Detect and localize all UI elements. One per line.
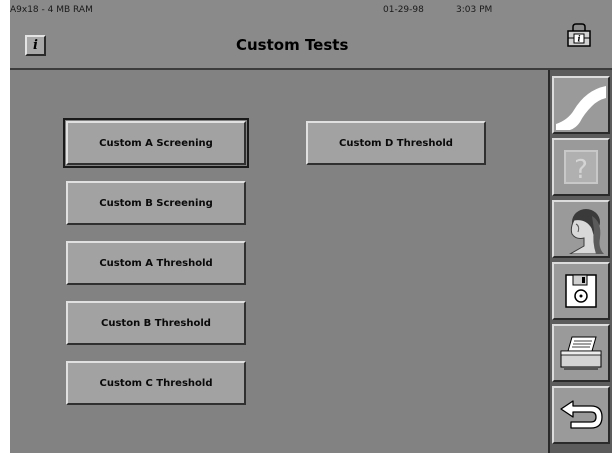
info-button[interactable]: i — [25, 35, 46, 56]
custom-c-threshold-button[interactable]: Custom C Threshold — [66, 361, 246, 405]
page-title: Custom Tests — [236, 36, 349, 54]
header-bar: A9x18 - 4 MB RAM 01-29-98 3:03 PM i Cust… — [10, 0, 612, 70]
graph-icon — [556, 80, 606, 130]
ram-status: A9x18 - 4 MB RAM — [10, 5, 93, 15]
save-disk-icon — [565, 274, 597, 308]
custom-b-threshold-button[interactable]: Custon B Threshold — [66, 301, 246, 345]
patient-button[interactable] — [552, 200, 610, 258]
screen: A9x18 - 4 MB RAM 01-29-98 3:03 PM i Cust… — [10, 0, 612, 453]
print-button[interactable] — [552, 324, 610, 382]
help-icon: ? — [564, 150, 598, 185]
time-display: 3:03 PM — [456, 5, 493, 15]
save-button[interactable] — [552, 262, 610, 320]
date-display: 01-29-98 — [383, 5, 424, 15]
svg-text:i: i — [577, 34, 580, 44]
back-arrow-icon — [560, 400, 603, 429]
test-list-area: Custom A Screening Custom B Screening Cu… — [10, 70, 548, 453]
lock-icon[interactable]: i — [566, 22, 592, 48]
info-icon: i — [33, 38, 38, 53]
sidebar-toolbar: ? — [548, 70, 612, 453]
custom-a-screening-button[interactable]: Custom A Screening — [63, 118, 249, 168]
graph-button[interactable] — [552, 76, 610, 134]
help-button[interactable]: ? — [552, 138, 610, 196]
custom-b-screening-button[interactable]: Custom B Screening — [66, 181, 246, 225]
patient-icon — [556, 204, 606, 254]
svg-text:?: ? — [574, 155, 588, 185]
custom-d-threshold-button[interactable]: Custom D Threshold — [306, 121, 486, 165]
printer-icon — [560, 336, 602, 370]
back-button[interactable] — [552, 386, 610, 444]
custom-a-threshold-button[interactable]: Custom A Threshold — [66, 241, 246, 285]
